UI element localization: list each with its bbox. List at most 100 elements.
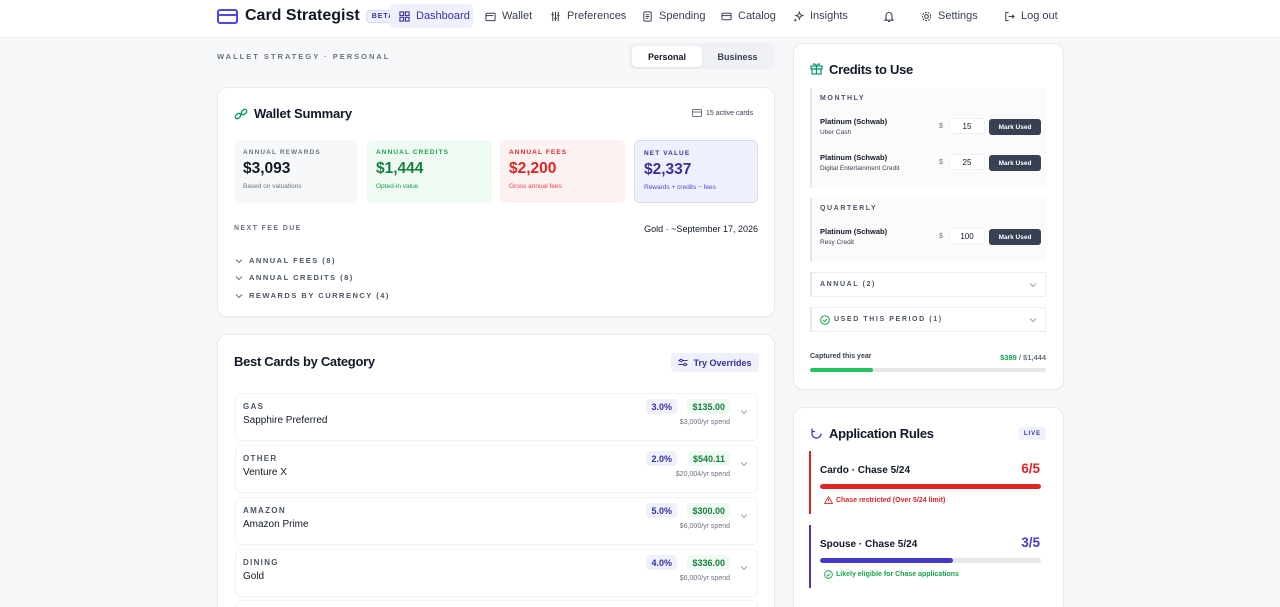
nav-dashboard[interactable]: Dashboard xyxy=(390,4,473,28)
wallet-summary-title: Wallet Summary xyxy=(254,106,352,121)
category-name: AMAZON xyxy=(243,506,286,515)
rule-progress-bar xyxy=(820,484,1041,489)
chevron-down-icon[interactable] xyxy=(740,513,748,519)
category-name: GAS xyxy=(243,402,265,411)
stat-label: ANNUAL CREDITS xyxy=(376,149,450,156)
rule-message: Chase restricted (Over 5/24 limit) xyxy=(824,496,945,504)
annual-spend: $20,004/yr spend xyxy=(675,471,730,478)
account-type-toggle: Personal Business xyxy=(629,43,775,69)
mark-used-button[interactable]: Mark Used xyxy=(989,229,1041,245)
brand[interactable]: Card Strategist BETA xyxy=(217,5,401,27)
chevron-down-icon[interactable] xyxy=(740,565,748,571)
category-row-dining[interactable]: DINING Gold 4.0% $336.00 $6,000/yr spend xyxy=(235,549,758,597)
nav-insights[interactable]: Insights xyxy=(793,4,848,28)
credit-amount-input[interactable]: 15 xyxy=(949,118,985,134)
nav-spending[interactable]: Spending xyxy=(642,4,706,28)
captured-progress-bar xyxy=(810,368,1046,372)
stat-value: $1,444 xyxy=(376,160,424,177)
logout-button[interactable]: Log out xyxy=(1004,4,1058,28)
annual-credits-collapse[interactable]: ANNUAL (2) xyxy=(810,272,1046,297)
reward-rate: 2.0% xyxy=(646,451,677,466)
credit-name: Resy Credit xyxy=(820,239,854,246)
best-card-name: Sapphire Preferred xyxy=(243,415,328,426)
stat-value: $3,093 xyxy=(243,160,291,177)
nav-catalog[interactable]: Catalog xyxy=(721,4,776,28)
stat-annual-fees: ANNUAL FEES $2,200 Gross annual fees xyxy=(500,140,625,203)
chevron-down-icon xyxy=(1029,283,1037,288)
sliders-icon xyxy=(678,358,688,367)
section-label: ANNUAL CREDITS (8) xyxy=(249,273,354,282)
section-label: REWARDS BY CURRENCY (4) xyxy=(249,291,390,300)
credit-card-logo-icon xyxy=(217,8,238,24)
credit-amount-input[interactable]: 25 xyxy=(949,154,985,170)
category-row[interactable] xyxy=(235,600,758,607)
stat-net-value: NET VALUE $2,337 Rewards + credits − fee… xyxy=(634,140,758,203)
annual-fees-section[interactable]: ANNUAL FEES (8) xyxy=(235,256,336,265)
category-name: DINING xyxy=(243,558,279,567)
gift-icon xyxy=(810,63,823,75)
captured-label: Captured this year xyxy=(810,353,872,360)
nav-wallet[interactable]: Wallet xyxy=(485,4,532,28)
chevron-down-icon[interactable] xyxy=(740,409,748,415)
live-badge: LIVE xyxy=(1019,427,1046,440)
rule-count: 3/5 xyxy=(1021,535,1040,550)
chevron-down-icon xyxy=(235,293,243,298)
card-icon xyxy=(721,12,732,20)
quarterly-label: QUARTERLY xyxy=(820,205,878,212)
nav-spending-label: Spending xyxy=(659,10,706,22)
stat-value: $2,337 xyxy=(644,161,692,178)
nav-insights-label: Insights xyxy=(810,10,848,22)
nav-preferences-label: Preferences xyxy=(567,10,627,22)
captured-progress-fill xyxy=(810,368,874,372)
annual-spend: $6,000/yr spend xyxy=(679,575,730,582)
refresh-icon xyxy=(811,428,822,439)
nav-settings[interactable]: Settings xyxy=(921,4,978,28)
logout-label: Log out xyxy=(1021,10,1058,22)
gear-icon xyxy=(921,11,932,21)
category-row-gas[interactable]: GAS Sapphire Preferred 3.0% $135.00 $3,0… xyxy=(235,393,758,441)
credit-card-name: Platinum (Schwab) xyxy=(820,117,888,126)
toggle-personal[interactable]: Personal xyxy=(632,46,702,67)
chevron-down-icon[interactable] xyxy=(740,461,748,467)
credit-amount-input[interactable]: 100 xyxy=(949,228,985,244)
reward-value: $135.00 xyxy=(687,399,730,414)
best-card-name: Gold xyxy=(243,571,265,582)
used-label: USED THIS PERIOD (1) xyxy=(834,316,943,323)
dashboard-icon xyxy=(399,10,410,22)
try-overrides-button[interactable]: Try Overrides xyxy=(671,353,759,372)
stat-sub: Based on valuations xyxy=(243,183,302,190)
nav-wallet-label: Wallet xyxy=(502,10,533,22)
reward-rate: 3.0% xyxy=(646,399,677,414)
used-this-period-collapse[interactable]: USED THIS PERIOD (1) xyxy=(810,307,1046,332)
rule-name: Spouse · Chase 5/24 xyxy=(820,539,918,550)
notifications-button[interactable] xyxy=(883,4,901,28)
mark-used-button[interactable]: Mark Used xyxy=(989,119,1041,135)
annual-credits-section[interactable]: ANNUAL CREDITS (8) xyxy=(235,273,354,282)
rule-message-text: Likely eligible for Chase applications xyxy=(836,571,959,578)
currency-symbol: $ xyxy=(939,159,943,166)
credit-name: Digital Entertainment Credit xyxy=(820,165,900,172)
mark-used-button[interactable]: Mark Used xyxy=(989,155,1041,171)
bell-icon xyxy=(883,11,895,22)
category-row-amazon[interactable]: AMAZON Amazon Prime 5.0% $300.00 $6,000/… xyxy=(235,497,758,545)
stat-label: ANNUAL REWARDS xyxy=(243,149,321,156)
currency-symbol: $ xyxy=(939,123,943,130)
check-circle-icon xyxy=(820,315,830,325)
rule-item-cardo: Cardo · Chase 5/24 6/5 Chase restricted … xyxy=(809,451,1046,514)
rewards-by-currency-section[interactable]: REWARDS BY CURRENCY (4) xyxy=(235,291,390,300)
nav-preferences[interactable]: Preferences xyxy=(550,4,626,28)
monthly-credits-group: MONTHLY Platinum (Schwab) Uber Cash $ 15… xyxy=(810,88,1046,188)
captured-amount: $389 / $1,444 xyxy=(1000,353,1046,362)
toggle-business[interactable]: Business xyxy=(703,46,772,67)
rule-message-text: Chase restricted (Over 5/24 limit) xyxy=(836,496,946,504)
check-circle-icon xyxy=(824,570,833,579)
credit-item: Platinum (Schwab) Uber Cash xyxy=(820,117,887,136)
stat-annual-rewards: ANNUAL REWARDS $3,093 Based on valuation… xyxy=(234,140,358,203)
active-cards-label: 15 active cards xyxy=(706,109,754,117)
credits-title: Credits to Use xyxy=(829,62,913,77)
sparkles-icon xyxy=(793,10,804,22)
category-row-other[interactable]: OTHER Venture X 2.0% $540.11 $20,004/yr … xyxy=(235,445,758,493)
reward-value: $540.11 xyxy=(687,451,730,466)
logout-icon xyxy=(1005,11,1015,21)
warning-icon xyxy=(824,496,833,504)
